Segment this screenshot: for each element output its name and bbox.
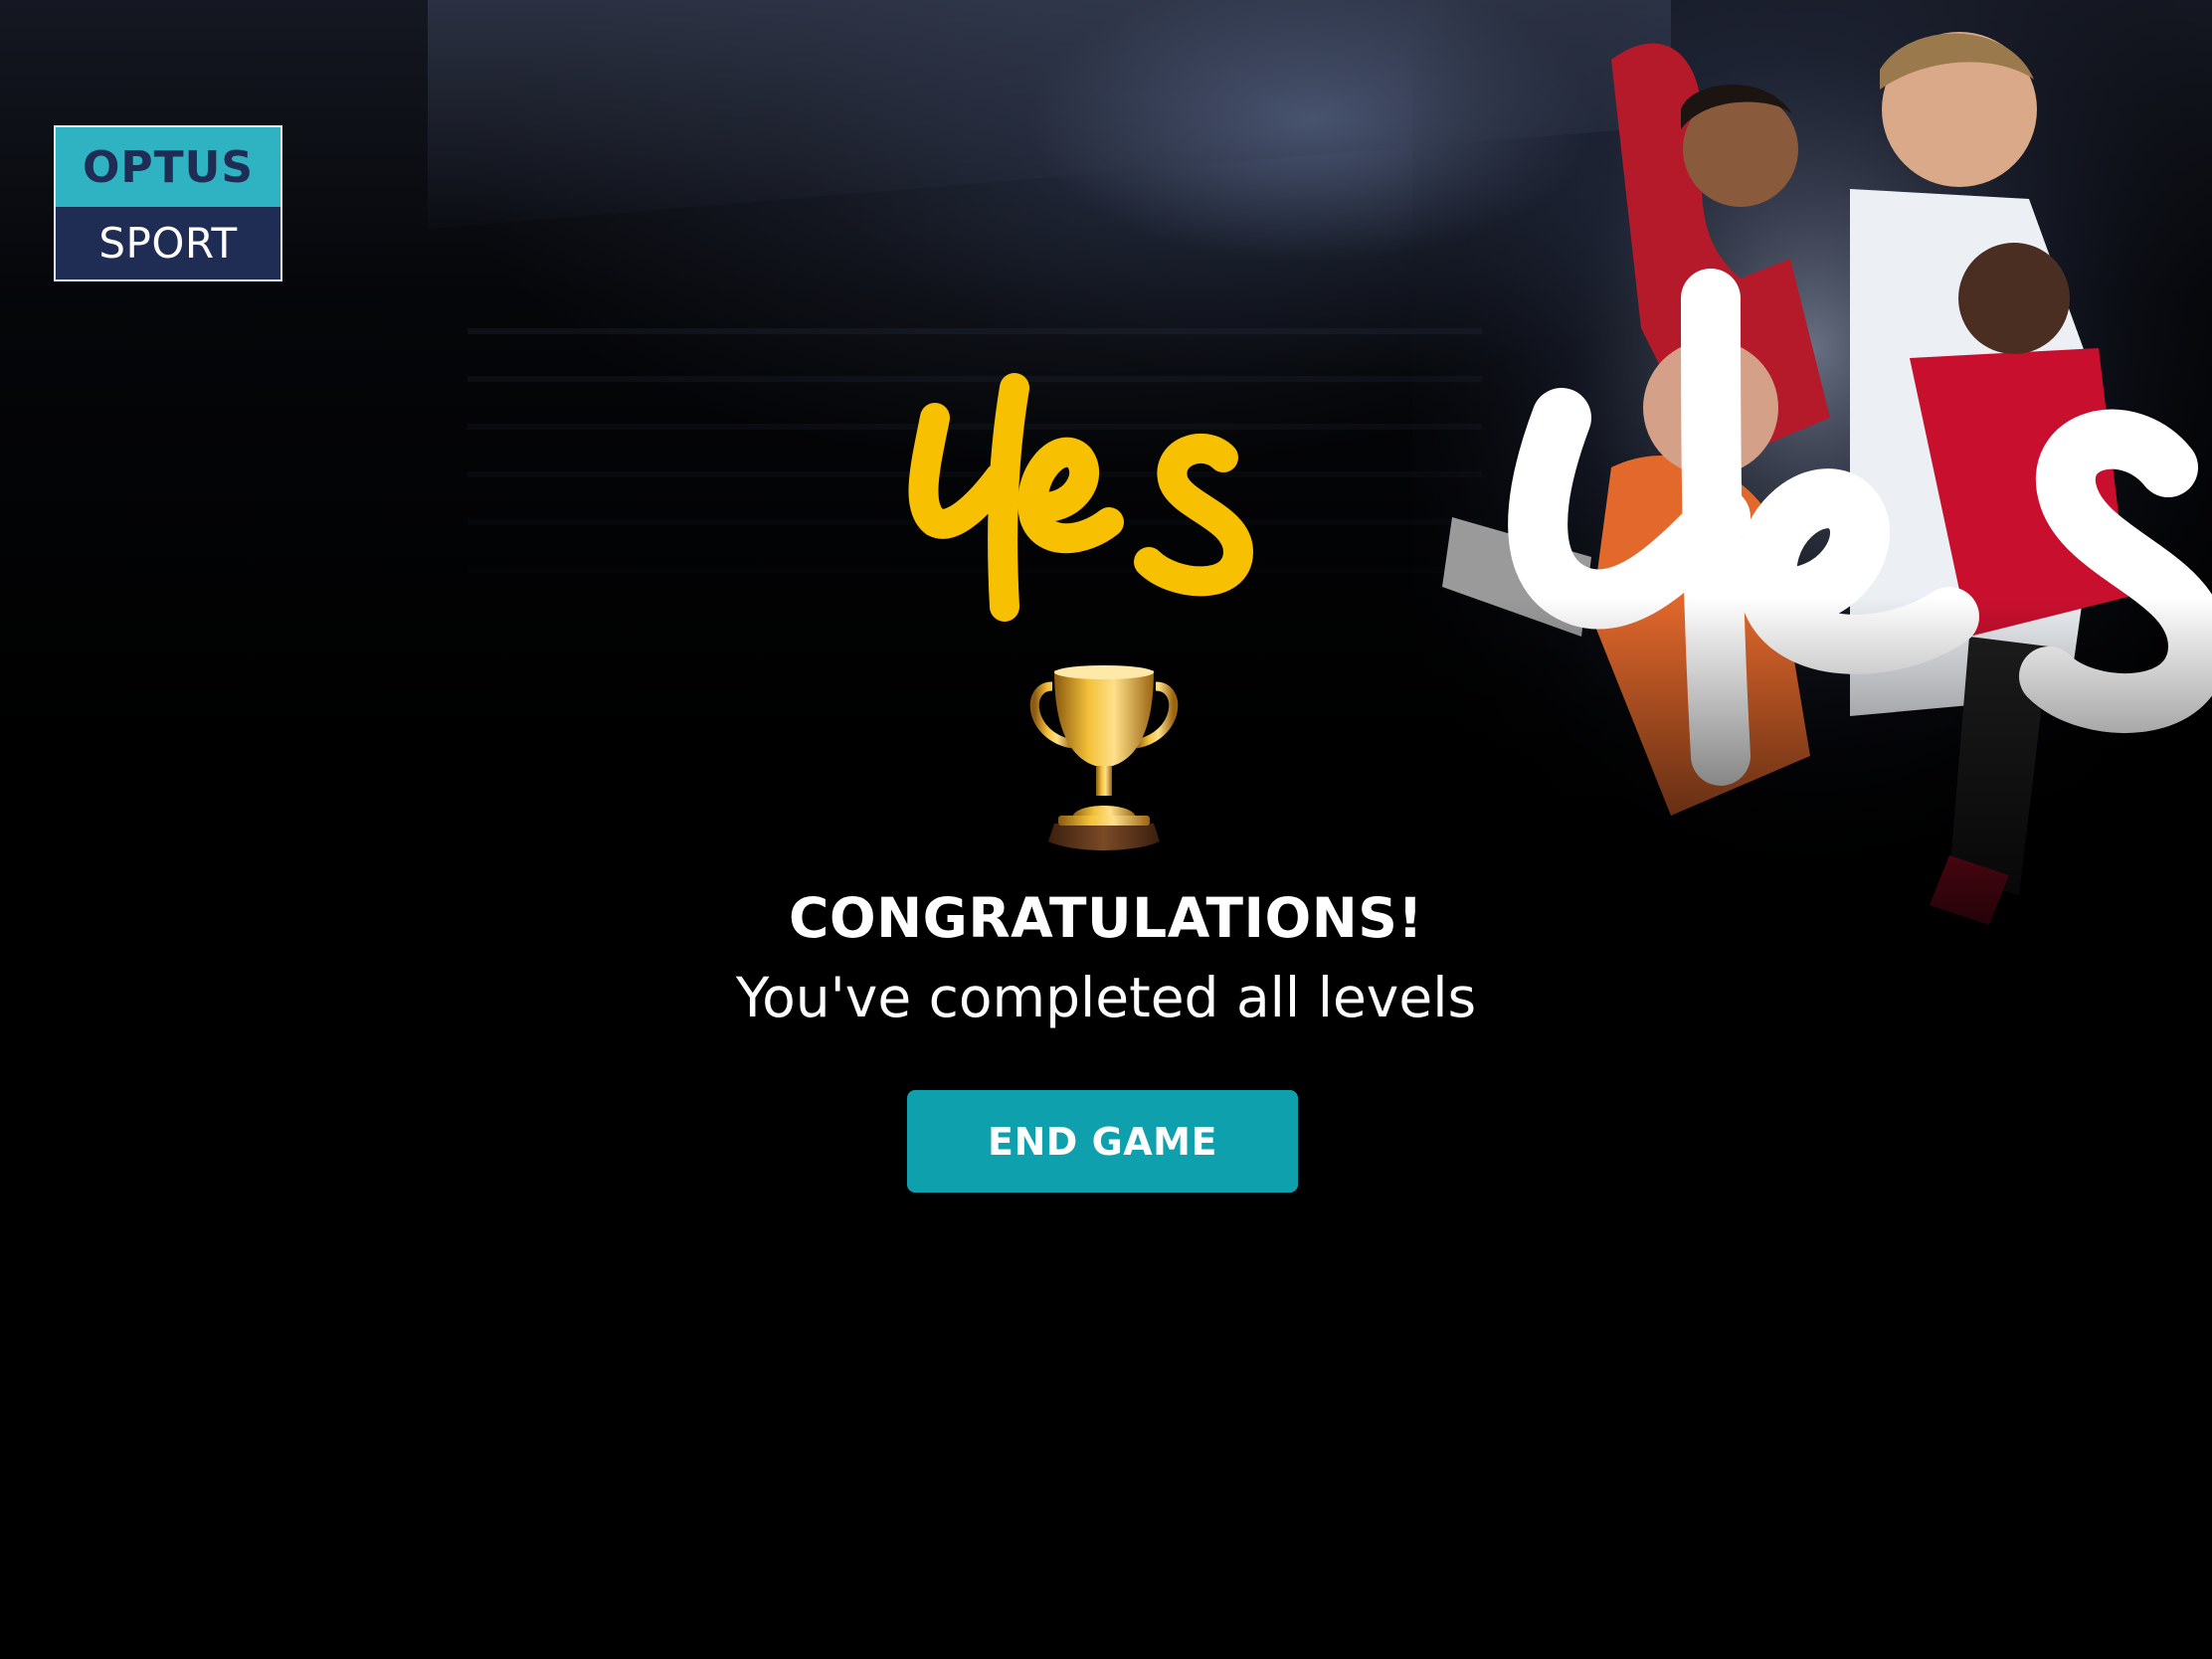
- completion-message: You've completed all levels: [735, 966, 1477, 1029]
- yes-yellow-logo: [908, 373, 1253, 622]
- logo-sport-text: SPORT: [98, 219, 238, 268]
- game-complete-screen: OPTUS SPORT CONGRATULATIONS! You've comp…: [0, 0, 2212, 1659]
- players-hero-image: [1412, 0, 2212, 995]
- optus-sport-logo: OPTUS SPORT: [54, 125, 282, 281]
- congratulations-heading: CONGRATULATIONS!: [789, 886, 1423, 950]
- logo-optus-text: OPTUS: [56, 127, 280, 207]
- trophy-icon: [1029, 665, 1179, 850]
- end-game-button[interactable]: END GAME: [907, 1090, 1298, 1193]
